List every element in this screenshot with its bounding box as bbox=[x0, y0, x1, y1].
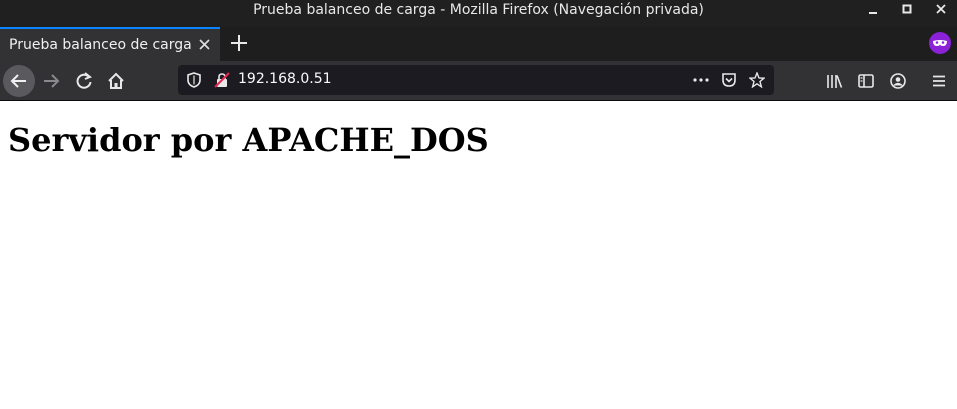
url-bar[interactable]: 192.168.0.51 bbox=[178, 65, 774, 95]
private-browsing-icon bbox=[929, 32, 951, 54]
minimize-icon[interactable] bbox=[862, 0, 884, 18]
library-icon bbox=[827, 75, 843, 88]
url-text[interactable]: 192.168.0.51 bbox=[238, 71, 332, 87]
window-titlebar: Prueba balanceo de carga - Mozilla Firef… bbox=[0, 0, 957, 27]
tracking-protection-shield-icon[interactable] bbox=[186, 72, 202, 88]
tab-active[interactable]: Prueba balanceo de carga bbox=[0, 27, 220, 61]
bookmark-star-icon[interactable] bbox=[748, 71, 766, 89]
reload-icon bbox=[76, 72, 92, 89]
pocket-icon[interactable] bbox=[721, 72, 737, 88]
account-button[interactable] bbox=[882, 65, 914, 97]
hamburger-menu-icon bbox=[933, 75, 945, 87]
maximize-icon[interactable] bbox=[896, 0, 918, 18]
forward-button[interactable] bbox=[35, 65, 67, 97]
home-button[interactable] bbox=[100, 65, 132, 97]
menu-button[interactable] bbox=[923, 65, 955, 97]
sidebar-icon bbox=[858, 74, 874, 88]
tab-close-icon[interactable] bbox=[196, 37, 214, 53]
navigation-toolbar: 192.168.0.51 bbox=[0, 61, 957, 101]
tab-strip: Prueba balanceo de carga bbox=[0, 27, 957, 61]
library-button[interactable] bbox=[818, 65, 850, 97]
back-arrow-icon bbox=[10, 74, 26, 88]
sidebar-button[interactable] bbox=[850, 65, 882, 97]
insecure-lock-icon[interactable] bbox=[214, 72, 230, 88]
new-tab-icon[interactable] bbox=[229, 33, 249, 53]
close-window-icon[interactable] bbox=[930, 0, 952, 18]
back-button[interactable] bbox=[3, 65, 35, 97]
page-content: Servidor por APACHE_DOS bbox=[0, 101, 957, 409]
window-title: Prueba balanceo de carga - Mozilla Firef… bbox=[253, 2, 704, 18]
home-icon bbox=[108, 72, 124, 89]
tab-label: Prueba balanceo de carga bbox=[9, 37, 192, 53]
account-icon bbox=[890, 73, 906, 89]
forward-arrow-icon bbox=[44, 74, 60, 88]
page-heading: Servidor por APACHE_DOS bbox=[8, 121, 489, 159]
reload-button[interactable] bbox=[68, 65, 100, 97]
page-actions-icon[interactable] bbox=[692, 72, 709, 88]
